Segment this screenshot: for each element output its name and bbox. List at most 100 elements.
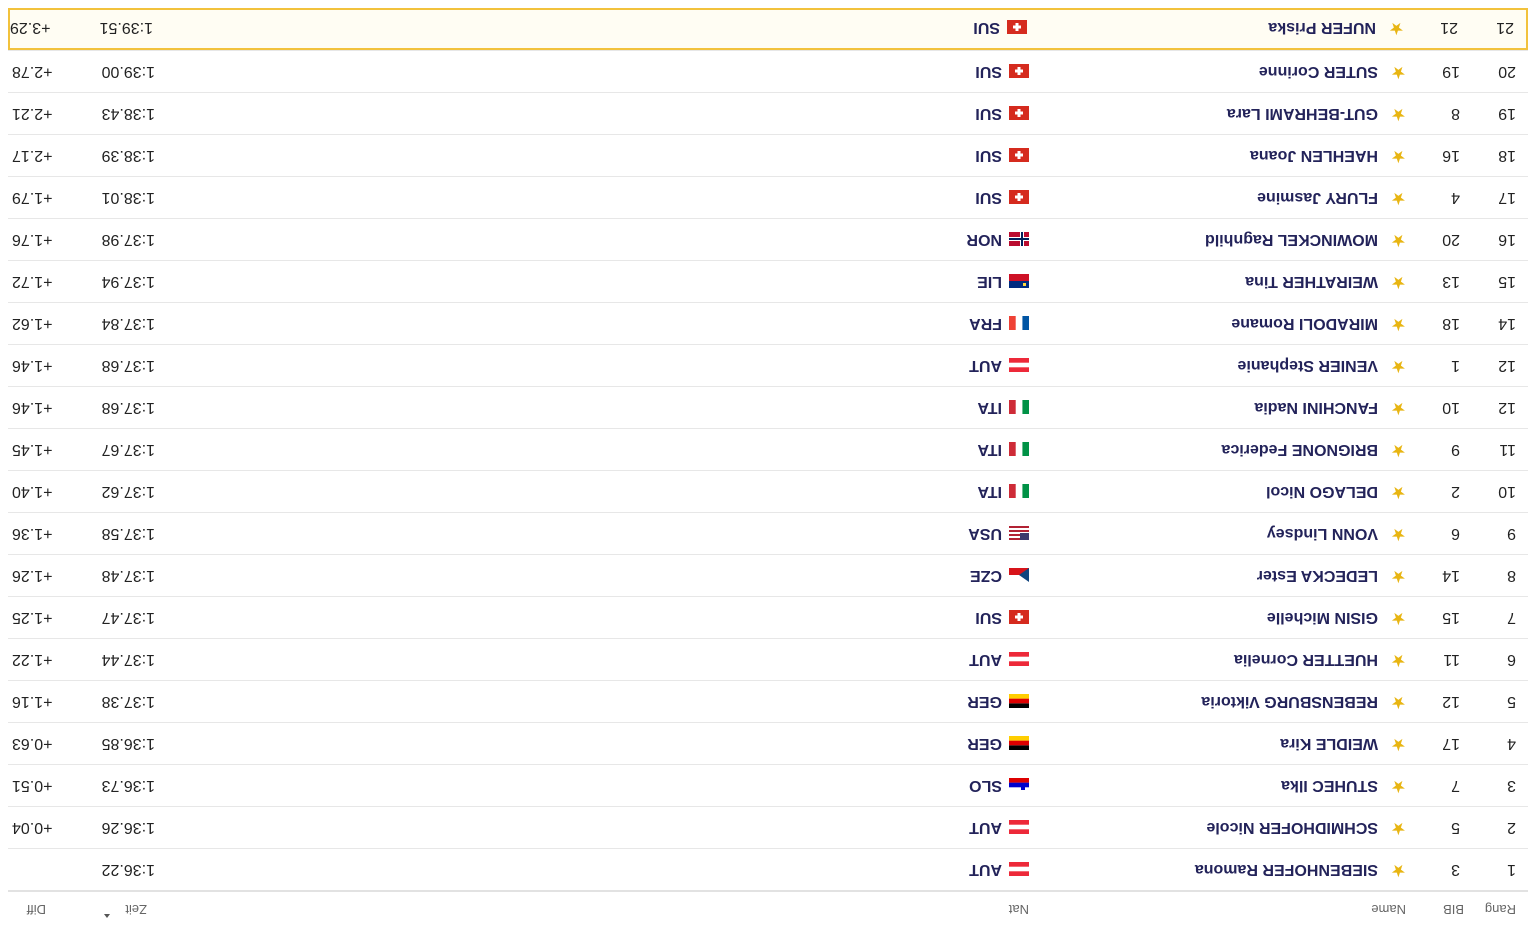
time-cell: 1:36.22 — [101, 861, 155, 878]
table-row[interactable]: 12 10 ★ FANCHINI Nadia ITA 1:37.68 +1.46 — [8, 386, 1528, 428]
flag-icon — [1009, 778, 1029, 792]
table-row[interactable]: 7 15 ★ GISIN Michelle SUI 1:37.47 +1.25 — [8, 596, 1528, 638]
star-icon[interactable]: ★ — [1391, 818, 1406, 838]
rank-cell: 1 — [1507, 861, 1516, 878]
time-cell: 1:37.94 — [101, 273, 155, 290]
athlete-name[interactable]: DELAGO Nicol — [1266, 482, 1378, 500]
athlete-name[interactable]: BRIGNONE Federica — [1222, 440, 1378, 458]
time-cell: 1:37.44 — [101, 651, 155, 668]
athlete-name[interactable]: MOWINCKEL Ragnhild — [1205, 230, 1378, 248]
time-cell: 1:38.43 — [101, 105, 155, 122]
flag-icon — [1009, 736, 1029, 750]
athlete-name[interactable]: NUFER Priska — [1268, 18, 1376, 36]
athlete-name[interactable]: VONN Lindsey — [1267, 524, 1378, 542]
table-row[interactable]: 19 8 ★ GUT-BEHRAMI Lara SUI 1:38.43 +2.21 — [8, 92, 1528, 134]
athlete-name[interactable]: FLURY Jasmine — [1257, 188, 1378, 206]
nation-code: AUT — [969, 819, 1002, 836]
athlete-name[interactable]: GUT-BEHRAMI Lara — [1227, 104, 1378, 122]
star-icon[interactable]: ★ — [1391, 734, 1406, 754]
sort-arrow-icon[interactable] — [104, 914, 110, 918]
table-row[interactable]: 9 6 ★ VONN Lindsey USA 1:37.58 +1.36 — [8, 512, 1528, 554]
athlete-name[interactable]: WEIRATHER Tina — [1245, 272, 1378, 290]
flag-icon — [1009, 358, 1029, 372]
header-nat[interactable]: Nat — [1009, 902, 1029, 917]
athlete-name[interactable]: HUETTER Cornelia — [1234, 650, 1378, 668]
header-name[interactable]: Name — [1371, 902, 1406, 917]
athlete-name[interactable]: FANCHINI Nadia — [1254, 398, 1378, 416]
star-icon[interactable]: ★ — [1391, 566, 1406, 586]
star-icon[interactable]: ★ — [1391, 314, 1406, 334]
star-icon[interactable]: ★ — [1391, 776, 1406, 796]
athlete-name[interactable]: GISIN Michelle — [1267, 608, 1378, 626]
rank-cell: 8 — [1507, 567, 1516, 584]
star-icon[interactable]: ★ — [1391, 440, 1406, 460]
athlete-name[interactable]: WEIDLE Kira — [1280, 734, 1378, 752]
star-icon[interactable]: ★ — [1391, 650, 1406, 670]
star-icon[interactable]: ★ — [1391, 62, 1406, 82]
header-diff[interactable]: Diff — [27, 902, 46, 917]
star-icon[interactable]: ★ — [1391, 608, 1406, 628]
bib-cell: 13 — [1442, 273, 1460, 290]
diff-cell: +1.62 — [12, 315, 53, 332]
table-row[interactable]: 1 3 ★ SIEBENHOFER Ramona AUT 1:36.22 — [8, 848, 1528, 890]
star-icon[interactable]: ★ — [1391, 398, 1406, 418]
header-bib[interactable]: BIB — [1443, 902, 1464, 917]
star-icon[interactable]: ★ — [1391, 230, 1406, 250]
star-icon[interactable]: ★ — [1391, 104, 1406, 124]
star-icon[interactable]: ★ — [1391, 272, 1406, 292]
athlete-name[interactable]: SUTER Corinne — [1259, 62, 1378, 80]
athlete-name[interactable]: HAEHLEN Joana — [1250, 146, 1378, 164]
table-row[interactable]: 5 12 ★ REBENSBURG Viktoria GER 1:37.38 +1.16 — [8, 680, 1528, 722]
table-row[interactable]: 15 13 ★ WEIRATHER Tina LIE 1:37.94 +1.72 — [8, 260, 1528, 302]
star-icon[interactable]: ★ — [1391, 356, 1406, 376]
table-row[interactable]: 3 7 ★ STUHEC Ilka SLO 1:36.73 +0.51 — [8, 764, 1528, 806]
diff-cell: +1.25 — [12, 609, 53, 626]
table-row[interactable]: 18 16 ★ HAEHLEN Joana SUI 1:38.39 +2.17 — [8, 134, 1528, 176]
table-row[interactable]: 14 18 ★ MIRADOLI Romane FRA 1:37.84 +1.62 — [8, 302, 1528, 344]
header-rank[interactable]: Rang — [1485, 902, 1516, 917]
flag-icon — [1009, 316, 1029, 330]
table-row[interactable]: 2 5 ★ SCHMIDHOFER Nicole AUT 1:36.26 +0.04 — [8, 806, 1528, 848]
star-icon[interactable]: ★ — [1391, 692, 1406, 712]
athlete-name[interactable]: REBENSBURG Viktoria — [1201, 692, 1378, 710]
table-row[interactable]: 11 9 ★ BRIGNONE Federica ITA 1:37.67 +1.45 — [8, 428, 1528, 470]
star-icon[interactable]: ★ — [1389, 18, 1404, 38]
table-row[interactable]: 6 11 ★ HUETTER Cornelia AUT 1:37.44 +1.22 — [8, 638, 1528, 680]
star-icon[interactable]: ★ — [1391, 482, 1406, 502]
star-icon[interactable]: ★ — [1391, 146, 1406, 166]
rank-cell: 11 — [1499, 441, 1516, 458]
header-time[interactable]: Zeit — [125, 902, 147, 917]
athlete-name[interactable]: MIRADOLI Romane — [1231, 314, 1378, 332]
nation-code: GER — [967, 693, 1002, 710]
nation-code: AUT — [969, 651, 1002, 668]
table-row[interactable]: 12 1 ★ VENIER Stephanie AUT 1:37.68 +1.46 — [8, 344, 1528, 386]
table-row[interactable]: 17 4 ★ FLURY Jasmine SUI 1:38.01 +1.79 — [8, 176, 1528, 218]
star-icon[interactable]: ★ — [1391, 524, 1406, 544]
rank-cell: 18 — [1498, 147, 1516, 164]
rank-cell: 4 — [1507, 735, 1516, 752]
table-row[interactable]: 8 14 ★ LEDECKA Ester CZE 1:37.48 +1.26 — [8, 554, 1528, 596]
diff-cell: +1.72 — [12, 273, 53, 290]
rank-cell: 10 — [1498, 483, 1516, 500]
time-cell: 1:37.47 — [101, 609, 155, 626]
athlete-name[interactable]: SCHMIDHOFER Nicole — [1206, 818, 1378, 836]
star-icon[interactable]: ★ — [1391, 860, 1406, 880]
time-cell: 1:37.68 — [101, 357, 155, 374]
athlete-name[interactable]: VENIER Stephanie — [1238, 356, 1378, 374]
diff-cell: +3.29 — [10, 19, 51, 36]
bib-cell: 16 — [1442, 147, 1460, 164]
diff-cell: +1.46 — [12, 399, 53, 416]
table-row[interactable]: 16 20 ★ MOWINCKEL Ragnhild NOR 1:37.98 +1.76 — [8, 218, 1528, 260]
athlete-name[interactable]: SIEBENHOFER Ramona — [1195, 860, 1378, 878]
diff-cell: +0.51 — [12, 777, 53, 794]
table-row[interactable]: 20 19 ★ SUTER Corinne SUI 1:39.00 +2.78 — [8, 50, 1528, 92]
rank-cell: 14 — [1498, 315, 1516, 332]
table-row[interactable]: 10 2 ★ DELAGO Nicol ITA 1:37.62 +1.40 — [8, 470, 1528, 512]
table-row[interactable]: 21 21 ★ NUFER Priska SUI 1:39.51 +3.29 — [8, 8, 1528, 50]
star-icon[interactable]: ★ — [1391, 188, 1406, 208]
athlete-name[interactable]: LEDECKA Ester — [1257, 566, 1378, 584]
bib-cell: 20 — [1442, 231, 1460, 248]
athlete-name[interactable]: STUHEC Ilka — [1281, 776, 1378, 794]
table-row[interactable]: 4 17 ★ WEIDLE Kira GER 1:36.85 +0.63 — [8, 722, 1528, 764]
time-cell: 1:37.98 — [101, 231, 155, 248]
